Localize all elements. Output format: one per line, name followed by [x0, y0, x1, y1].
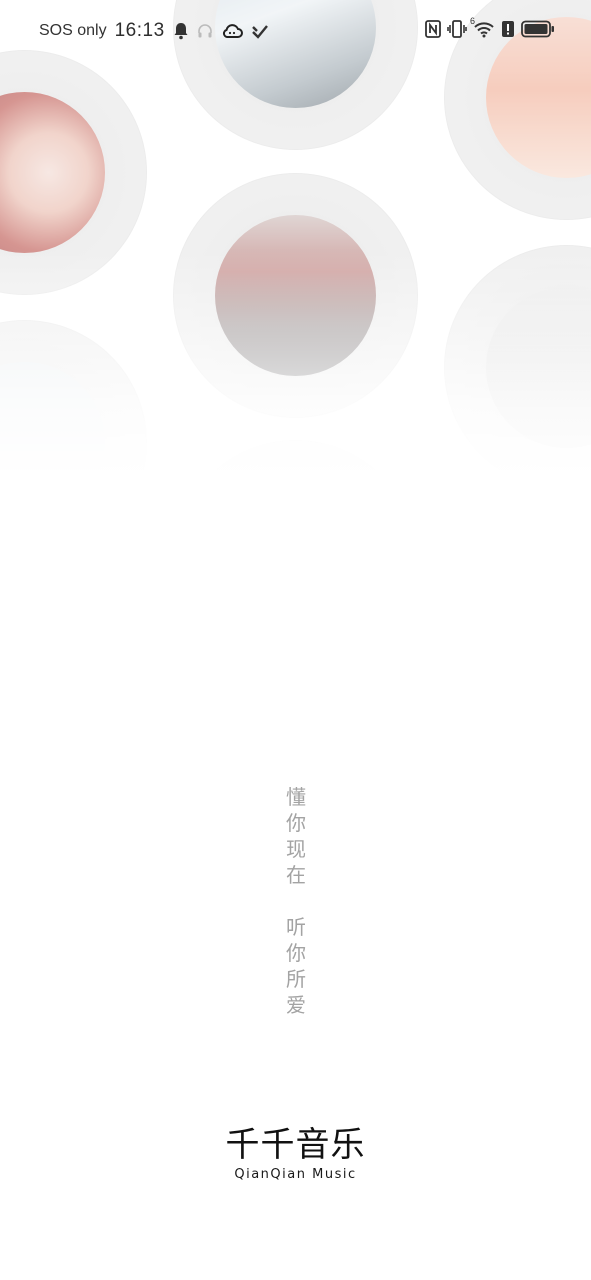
- nfc-icon: [425, 20, 441, 38]
- vibrate-icon: [447, 20, 467, 38]
- alert-icon: [501, 20, 515, 38]
- slogan-char: 在: [286, 863, 306, 887]
- slogan-char: 现: [286, 837, 306, 861]
- slogan-char: 你: [286, 941, 306, 965]
- app-badge-icon: [251, 23, 269, 39]
- record-collage: [0, 0, 591, 470]
- wifi-icon: 6: [470, 16, 495, 38]
- wifi-standard-label: 6: [470, 16, 476, 26]
- battery-icon: [521, 20, 555, 38]
- collage-fade: [0, 250, 591, 470]
- carrier-label: SOS only: [39, 22, 107, 39]
- slogan-char: 爱: [286, 993, 306, 1017]
- cloud-icon: [221, 23, 243, 39]
- status-bar: SOS only 16:13 6: [0, 0, 591, 64]
- slogan-char: 所: [286, 967, 306, 991]
- status-bar-right: 6: [425, 16, 555, 38]
- slogan-char: 懂: [286, 785, 306, 809]
- slogan-char: 听: [286, 915, 306, 939]
- clock: 16:13: [114, 20, 165, 41]
- slogan-char: 你: [286, 811, 306, 835]
- headphones-icon: [197, 23, 213, 39]
- app-logo-english: QianQian Music: [234, 1167, 357, 1182]
- app-logo-chinese: 千千音乐: [225, 1125, 366, 1165]
- slogan: 懂 你 现 在 听 你 所 爱: [284, 784, 308, 1018]
- app-logo: 千千音乐 QianQian Music: [0, 1124, 591, 1184]
- bell-icon: [173, 22, 189, 40]
- status-bar-left: SOS only 16:13: [39, 20, 269, 42]
